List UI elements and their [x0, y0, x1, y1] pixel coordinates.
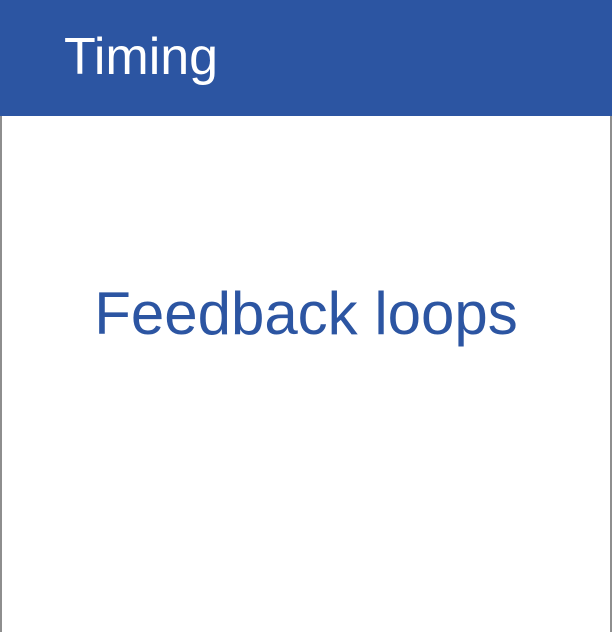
card-body: Feedback loops	[2, 116, 610, 632]
topic-card: Timing Feedback loops	[0, 0, 612, 632]
card-header: Timing	[0, 0, 612, 116]
card-content-text: Feedback loops	[94, 280, 518, 347]
card-title: Timing	[64, 28, 219, 86]
